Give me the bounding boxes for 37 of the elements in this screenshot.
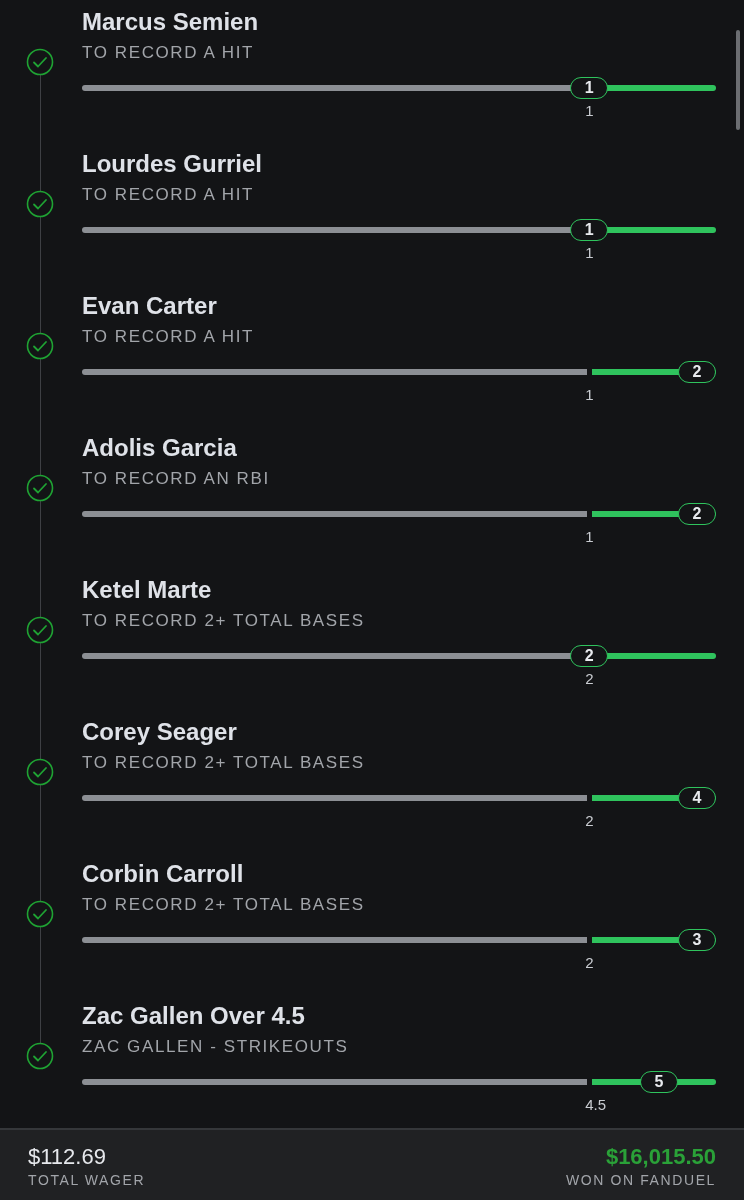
market-label: TO RECORD AN RBI — [82, 468, 271, 490]
market-label: TO RECORD 2+ TOTAL BASES — [82, 610, 366, 632]
player-name: Corey Seager — [82, 718, 238, 746]
result-bubble: 3 — [677, 929, 716, 951]
result-bubble: 1 — [570, 77, 609, 99]
result-bubble: 4 — [677, 787, 716, 809]
player-name: Lourdes Gurriel — [82, 150, 264, 178]
scrollbar[interactable] — [736, 30, 740, 130]
payout-amount: $16,015.50 — [605, 1144, 716, 1170]
market-label: ZAC GALLEN - STRIKEOUTS — [82, 1036, 350, 1058]
line-value: 1 — [585, 245, 594, 261]
market-label: TO RECORD A HIT — [82, 326, 255, 348]
line-value: 2 — [585, 813, 594, 829]
payout-label: WON ON FANDUEL — [566, 1171, 716, 1190]
market-label: TO RECORD A HIT — [82, 184, 255, 206]
line-value: 2 — [585, 671, 594, 687]
market-label: TO RECORD 2+ TOTAL BASES — [82, 894, 366, 916]
player-name: Marcus Semien — [82, 8, 260, 36]
total-wager-label: TOTAL WAGER — [28, 1171, 146, 1190]
line-value: 2 — [585, 955, 594, 971]
market-label: TO RECORD 2+ TOTAL BASES — [82, 752, 366, 774]
player-name: Zac Gallen Over 4.5 — [82, 1002, 306, 1030]
total-wager-amount: $112.69 — [28, 1144, 107, 1170]
player-name: Evan Carter — [82, 292, 218, 320]
line-value: 4.5 — [585, 1097, 607, 1113]
line-value: 1 — [585, 387, 594, 403]
player-name: Ketel Marte — [82, 576, 213, 604]
result-bubble: 2 — [677, 361, 716, 383]
result-bubble: 1 — [570, 219, 609, 241]
player-name: Corbin Carroll — [82, 860, 245, 888]
line-value: 1 — [585, 529, 594, 545]
market-label: TO RECORD A HIT — [82, 42, 255, 64]
line-value: 1 — [585, 103, 594, 119]
result-bubble: 5 — [639, 1071, 678, 1093]
result-bubble: 2 — [677, 503, 716, 525]
result-bubble: 2 — [570, 645, 609, 667]
player-name: Adolis Garcia — [82, 434, 238, 462]
